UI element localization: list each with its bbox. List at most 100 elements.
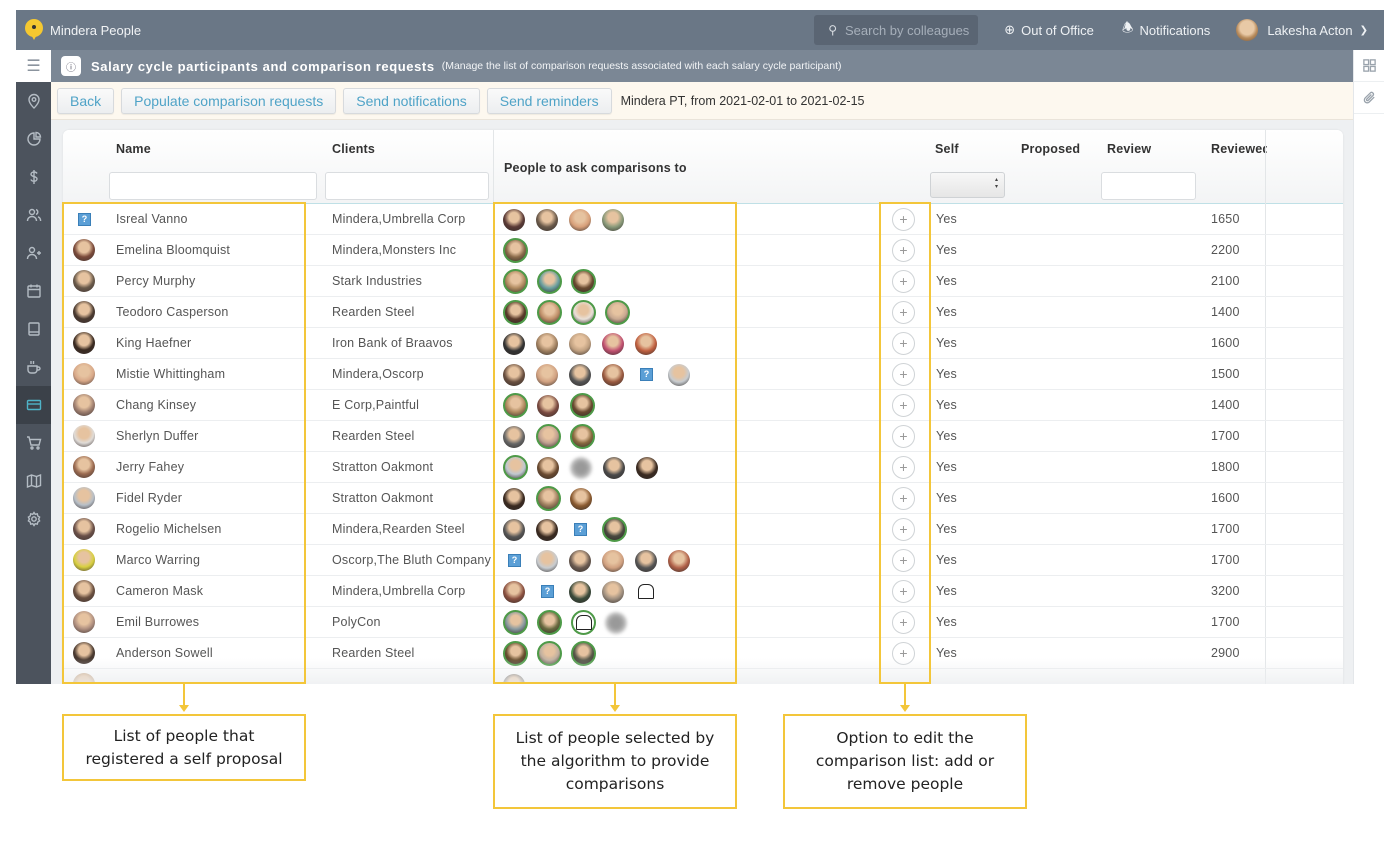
- table-row[interactable]: Marco Warring Oscorp,The Bluth Company? + Y…: [63, 545, 1343, 576]
- comparison-avatar[interactable]: [569, 208, 591, 231]
- comparison-avatar[interactable]: [569, 549, 591, 572]
- comparison-avatar[interactable]: [503, 518, 525, 541]
- participant-name[interactable]: King Haefner: [116, 328, 191, 359]
- comparison-avatar[interactable]: [570, 487, 592, 510]
- header-proposed[interactable]: Proposed: [1021, 142, 1080, 156]
- sidebar-item-book[interactable]: [16, 310, 51, 348]
- comparison-avatar[interactable]: [636, 456, 658, 479]
- participant-name[interactable]: Rogelio Michelsen: [116, 514, 222, 545]
- hamburger-menu-icon[interactable]: ☰: [16, 50, 51, 82]
- participant-name[interactable]: Sherlyn Duffer: [116, 421, 198, 452]
- back-button[interactable]: Back: [57, 87, 115, 114]
- comparison-avatar[interactable]: [668, 363, 690, 386]
- name-filter-input[interactable]: [109, 172, 317, 200]
- placeholder-avatar-icon[interactable]: ?: [640, 368, 653, 381]
- info-icon[interactable]: ⓘ: [61, 56, 81, 76]
- sidebar-item-calendar[interactable]: [16, 272, 51, 310]
- comparison-avatar[interactable]: [605, 300, 630, 325]
- placeholder-avatar-icon[interactable]: ?: [541, 585, 554, 598]
- comparison-avatar[interactable]: [537, 300, 562, 325]
- comparison-avatar[interactable]: [570, 456, 592, 479]
- comparison-avatar[interactable]: [537, 394, 559, 417]
- comparison-avatar[interactable]: [602, 580, 624, 603]
- self-filter-select[interactable]: [930, 172, 1005, 198]
- comparison-avatar[interactable]: [503, 300, 528, 325]
- comparison-avatar[interactable]: [503, 580, 525, 603]
- comparison-avatar[interactable]: [536, 208, 558, 231]
- table-row[interactable]: Rogelio Michelsen Mindera,Rearden Steel? +…: [63, 514, 1343, 545]
- sidebar-item-salary-cycles[interactable]: [16, 386, 51, 424]
- header-review[interactable]: Review: [1107, 142, 1151, 156]
- placeholder-avatar-icon[interactable]: ?: [574, 523, 587, 536]
- default-avatar-icon[interactable]: [635, 580, 657, 603]
- comparison-avatar[interactable]: [605, 611, 627, 634]
- comparison-avatar[interactable]: [503, 269, 528, 294]
- comparison-avatar[interactable]: [570, 424, 595, 449]
- comparison-avatar[interactable]: [503, 393, 528, 418]
- comparison-avatar[interactable]: [503, 363, 525, 386]
- mindera-logo-icon[interactable]: [24, 18, 44, 42]
- comparison-avatar[interactable]: [536, 486, 561, 511]
- add-comparison-button[interactable]: +: [892, 363, 915, 386]
- add-comparison-button[interactable]: +: [892, 487, 915, 510]
- comparison-avatar[interactable]: [503, 332, 525, 355]
- comparison-avatar[interactable]: [602, 332, 624, 355]
- add-comparison-button[interactable]: +: [892, 270, 915, 293]
- header-reviewed[interactable]: Reviewed: [1211, 142, 1267, 156]
- comparison-avatar[interactable]: [635, 549, 657, 572]
- comparison-avatar[interactable]: [503, 425, 525, 448]
- populate-comparison-requests-button[interactable]: Populate comparison requests: [121, 87, 337, 114]
- placeholder-avatar-icon[interactable]: ?: [508, 554, 521, 567]
- participant-name[interactable]: Mistie Whittingham: [116, 359, 225, 390]
- sidebar-item-salary[interactable]: [16, 158, 51, 196]
- comparison-avatar[interactable]: [536, 424, 561, 449]
- comparison-avatar[interactable]: [569, 332, 591, 355]
- comparison-avatar[interactable]: [536, 332, 558, 355]
- sidebar-item-add-person[interactable]: [16, 234, 51, 272]
- table-row[interactable]: Percy Murphy Stark Industries + Yes 2100: [63, 266, 1343, 297]
- table-row[interactable]: Emelina Bloomquist Mindera,Monsters Inc + Y…: [63, 235, 1343, 266]
- clients-filter-input[interactable]: [325, 172, 489, 200]
- participant-name[interactable]: Emelina Bloomquist: [116, 235, 230, 266]
- comparison-avatar[interactable]: [602, 363, 624, 386]
- user-menu[interactable]: Lakesha Acton ❯: [1236, 19, 1368, 41]
- sidebar-item-people[interactable]: [16, 196, 51, 234]
- notifications-button[interactable]: 🕭 Notifications: [1122, 19, 1210, 41]
- add-comparison-button[interactable]: +: [892, 611, 915, 634]
- participant-name[interactable]: Isreal Vanno: [116, 204, 188, 235]
- comparison-avatar[interactable]: [503, 238, 528, 263]
- comparison-avatar[interactable]: [668, 549, 690, 572]
- table-row[interactable]: Jerry Fahey Stratton Oakmont + Yes 1800: [63, 452, 1343, 483]
- table-row[interactable]: Cameron Mask Mindera,Umbrella Corp? + Yes 32…: [63, 576, 1343, 607]
- sidebar-item-shop[interactable]: [16, 424, 51, 462]
- header-self[interactable]: Self: [935, 142, 959, 156]
- comparison-avatar[interactable]: [503, 208, 525, 231]
- comparison-avatar[interactable]: [569, 363, 591, 386]
- comparison-avatar[interactable]: [537, 610, 562, 635]
- comparison-avatar[interactable]: [536, 549, 558, 572]
- table-row[interactable]: Sherlyn Duffer Rearden Steel + Yes 1700: [63, 421, 1343, 452]
- comparison-avatar[interactable]: [571, 300, 596, 325]
- comparison-avatar[interactable]: [536, 363, 558, 386]
- participant-name[interactable]: Teodoro Casperson: [116, 297, 229, 328]
- table-row[interactable]: ? Isreal Vanno Mindera,Umbrella Corp + Yes 16…: [63, 204, 1343, 235]
- sidebar-item-map[interactable]: [16, 462, 51, 500]
- sidebar-item-settings[interactable]: [16, 500, 51, 538]
- send-notifications-button[interactable]: Send notifications: [343, 87, 480, 114]
- participant-name[interactable]: Chang Kinsey: [116, 390, 196, 421]
- search-input[interactable]: ⚲ Search by colleagues: [814, 15, 979, 45]
- app-title[interactable]: Mindera People: [50, 23, 141, 38]
- add-comparison-button[interactable]: +: [892, 549, 915, 572]
- participant-name[interactable]: Jerry Fahey: [116, 452, 184, 483]
- sidebar-item-reports[interactable]: [16, 120, 51, 158]
- comparison-avatar[interactable]: [537, 269, 562, 294]
- participant-name[interactable]: Percy Murphy: [116, 266, 196, 297]
- add-comparison-button[interactable]: +: [892, 425, 915, 448]
- header-name[interactable]: Name: [116, 142, 151, 156]
- comparison-avatar[interactable]: [536, 518, 558, 541]
- comparison-avatar[interactable]: [602, 208, 624, 231]
- attachments-button[interactable]: [1354, 82, 1384, 114]
- comparison-avatar[interactable]: [537, 456, 559, 479]
- send-reminders-button[interactable]: Send reminders: [486, 87, 612, 114]
- participant-name[interactable]: Marco Warring: [116, 545, 200, 576]
